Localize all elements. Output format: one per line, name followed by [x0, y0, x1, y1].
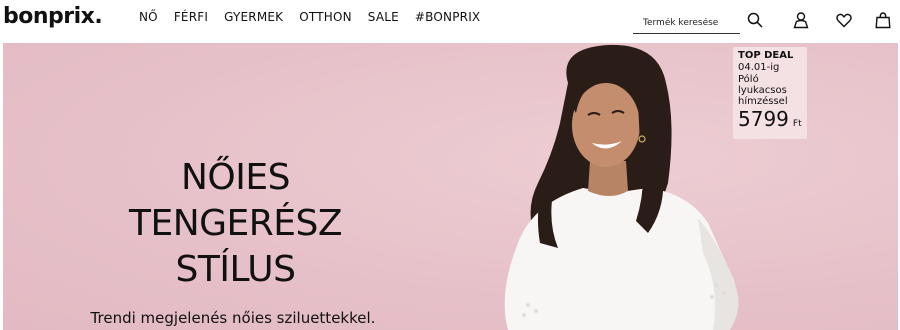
hero-title-line: NŐIES: [181, 157, 290, 198]
deal-label: TOP DEAL: [738, 50, 794, 61]
search-icon[interactable]: [746, 11, 764, 29]
deal-date: 04.01-ig: [738, 62, 780, 73]
shopping-bag-icon[interactable]: [874, 11, 892, 29]
user-icon[interactable]: [792, 11, 810, 29]
deal-price: 5799: [738, 107, 789, 131]
nav-item-sale[interactable]: SALE: [368, 10, 399, 24]
hero-subtitle: Trendi megjelenés nőies sziluettekkel.: [90, 309, 376, 327]
main-nav: NŐ FÉRFI GYERMEK OTTHON SALE #BONPRIX: [139, 10, 480, 24]
deal-product-line: lyukacsos: [738, 85, 787, 96]
deal-price-row: 5799 Ft: [738, 108, 807, 130]
nav-item-home[interactable]: OTTHON: [299, 10, 352, 24]
nav-item-kids[interactable]: GYERMEK: [224, 10, 283, 24]
model-image: [504, 44, 739, 330]
nav-item-bonprix[interactable]: #BONPRIX: [415, 10, 480, 24]
nav-item-men[interactable]: FÉRFI: [174, 10, 208, 24]
top-deal-card[interactable]: TOP DEAL 04.01-ig Póló lyukacsos hímzéss…: [733, 47, 807, 139]
deal-product-line: Póló: [738, 74, 759, 85]
deal-product-line: hímzéssel: [738, 96, 788, 107]
search-input[interactable]: [633, 12, 740, 34]
hero-title: NŐIES TENGERÉSZ STÍLUS: [98, 155, 373, 293]
heart-icon[interactable]: [835, 11, 853, 29]
bonprix-logo[interactable]: bonprix.: [3, 4, 103, 29]
nav-item-women[interactable]: NŐ: [139, 10, 158, 24]
site-header: bonprix. NŐ FÉRFI GYERMEK OTTHON SALE #B…: [0, 0, 900, 43]
hero-title-line: STÍLUS: [175, 249, 296, 290]
search-box: [633, 12, 740, 34]
hero-title-line: TENGERÉSZ: [128, 203, 343, 244]
deal-currency: Ft: [792, 119, 802, 129]
